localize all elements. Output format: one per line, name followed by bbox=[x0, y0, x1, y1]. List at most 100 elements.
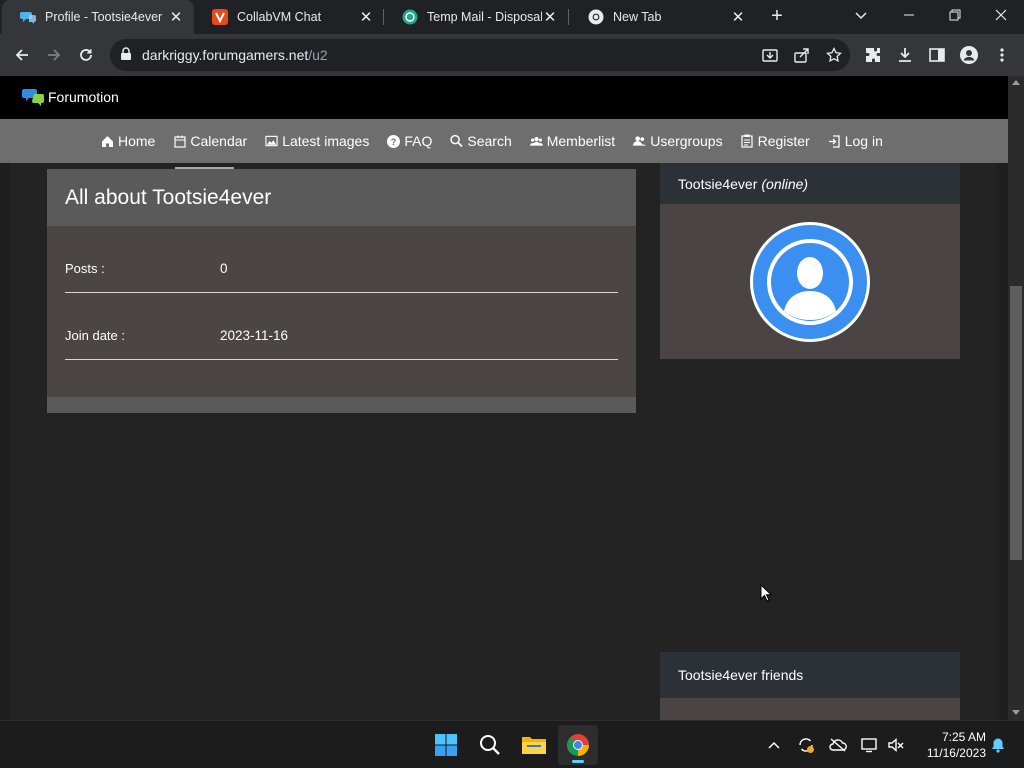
posts-label: Posts : bbox=[65, 261, 105, 276]
avatar[interactable] bbox=[750, 222, 870, 342]
taskbar-clock[interactable]: 7:25 AM 11/16/2023 bbox=[914, 729, 986, 761]
url-path: /u2 bbox=[308, 47, 328, 63]
url-domain: darkriggy.forumgamers.net bbox=[142, 47, 309, 63]
bookmark-star-icon[interactable] bbox=[826, 46, 842, 63]
onedrive-offline-icon[interactable] bbox=[828, 735, 848, 755]
browser-toolbar: darkriggy.forumgamers.net/u2 bbox=[0, 34, 1024, 76]
forum-navbar: Home Calendar Latest images ? FAQ Search… bbox=[0, 119, 1008, 163]
search-icon bbox=[450, 134, 464, 148]
nav-home-label: Home bbox=[118, 133, 156, 149]
nav-calendar[interactable]: Calendar bbox=[173, 133, 247, 149]
address-bar[interactable]: darkriggy.forumgamers.net/u2 bbox=[110, 39, 850, 71]
forumotion-brand: Forumotion bbox=[48, 89, 119, 105]
close-tab-icon[interactable]: ✕ bbox=[542, 8, 558, 26]
nav-home[interactable]: Home bbox=[101, 133, 155, 149]
nav-faq[interactable]: ? FAQ bbox=[387, 133, 432, 149]
close-tab-icon[interactable]: ✕ bbox=[168, 8, 184, 26]
side-panel-icon[interactable] bbox=[928, 46, 946, 64]
tab-collabvm[interactable]: CollabVM Chat ✕ bbox=[194, 0, 384, 34]
close-tab-icon[interactable]: ✕ bbox=[730, 8, 746, 26]
usergroups-icon bbox=[633, 135, 647, 148]
close-window-button[interactable] bbox=[978, 0, 1024, 30]
nav-register[interactable]: Register bbox=[741, 133, 810, 149]
folder-icon bbox=[522, 737, 546, 754]
help-icon: ? bbox=[387, 134, 401, 148]
minimize-button[interactable] bbox=[886, 0, 932, 30]
nav-login-label: Log in bbox=[844, 133, 883, 149]
posts-value: 0 bbox=[220, 261, 228, 276]
nav-calendar-label: Calendar bbox=[190, 133, 248, 149]
forumotion-bar: Forumotion bbox=[0, 76, 1008, 119]
tab-profile[interactable]: Profile - Tootsie4ever ✕ bbox=[2, 0, 194, 34]
file-explorer-button[interactable] bbox=[514, 725, 554, 765]
mouse-cursor-icon bbox=[760, 584, 772, 602]
url-text[interactable]: darkriggy.forumgamers.net/u2 bbox=[142, 47, 328, 63]
join-date-value: 2023-11-16 bbox=[220, 328, 289, 343]
install-app-icon[interactable] bbox=[762, 47, 778, 63]
page-scrollbar[interactable] bbox=[1008, 76, 1024, 720]
calendar-icon bbox=[173, 135, 186, 148]
forumotion-logo[interactable]: Forumotion bbox=[22, 87, 119, 107]
friends-card: Tootsie4ever friends bbox=[660, 652, 960, 720]
tempmail-icon bbox=[402, 9, 418, 25]
tab-title: CollabVM Chat bbox=[237, 10, 322, 24]
svg-text:?: ? bbox=[391, 137, 397, 147]
login-icon bbox=[828, 134, 841, 148]
chrome-taskbar-button[interactable] bbox=[558, 725, 598, 765]
active-app-indicator bbox=[572, 760, 584, 763]
reload-button[interactable] bbox=[74, 43, 98, 67]
home-icon bbox=[101, 135, 114, 148]
profile-row-posts: Posts : 0 bbox=[65, 226, 618, 293]
online-status: (online) bbox=[761, 175, 809, 192]
register-icon bbox=[741, 134, 754, 148]
windows-logo-icon bbox=[435, 734, 457, 756]
start-button[interactable] bbox=[426, 725, 466, 765]
taskbar-search-button[interactable] bbox=[470, 725, 510, 765]
scroll-thumb[interactable] bbox=[1010, 286, 1022, 560]
notification-bell-icon[interactable] bbox=[988, 735, 1008, 755]
profile-heading: All about Tootsie4ever bbox=[65, 185, 272, 209]
browser-tabstrip: Profile - Tootsie4ever ✕ CollabVM Chat ✕… bbox=[0, 0, 1024, 34]
tab-search-icon[interactable] bbox=[854, 8, 868, 27]
share-icon[interactable] bbox=[794, 47, 810, 63]
close-tab-icon[interactable]: ✕ bbox=[358, 8, 374, 26]
tab-title: Temp Mail - Disposable bbox=[427, 10, 542, 24]
nav-search[interactable]: Search bbox=[450, 133, 512, 149]
restore-button[interactable] bbox=[932, 0, 978, 30]
nav-usergroups[interactable]: Usergroups bbox=[633, 133, 723, 149]
windows-taskbar: 7:25 AM 11/16/2023 bbox=[0, 720, 1024, 768]
nav-faq-label: FAQ bbox=[404, 133, 433, 149]
page-viewport: Forumotion Home Calendar Latest images ?… bbox=[0, 76, 1008, 720]
tab-newtab[interactable]: New Tab ✕ bbox=[570, 0, 756, 34]
nav-login[interactable]: Log in bbox=[828, 133, 883, 149]
join-date-label: Join date : bbox=[65, 328, 125, 343]
new-tab-button[interactable]: + bbox=[766, 6, 788, 28]
clock-time: 7:25 AM bbox=[941, 730, 986, 744]
profile-card-footer bbox=[47, 397, 636, 413]
profile-card-body: Posts : 0 Join date : 2023-11-16 bbox=[47, 226, 636, 397]
nav-usergroups-label: Usergroups bbox=[650, 133, 723, 149]
tab-tempmail[interactable]: Temp Mail - Disposable ✕ bbox=[384, 0, 568, 34]
search-icon bbox=[480, 735, 500, 755]
scroll-up-arrow-icon[interactable] bbox=[1012, 80, 1020, 85]
default-avatar-icon bbox=[767, 239, 853, 325]
clock-date: 11/16/2023 bbox=[926, 746, 986, 760]
sync-update-icon[interactable] bbox=[796, 735, 816, 755]
lock-icon[interactable] bbox=[120, 47, 132, 66]
nav-memberlist-label: Memberlist bbox=[546, 133, 616, 149]
volume-muted-icon[interactable] bbox=[886, 735, 906, 755]
back-button[interactable] bbox=[10, 43, 34, 67]
network-icon[interactable] bbox=[860, 735, 880, 755]
downloads-icon[interactable] bbox=[896, 46, 914, 64]
forward-button[interactable] bbox=[42, 43, 66, 67]
nav-latest-images-label: Latest images bbox=[282, 133, 370, 149]
profile-icon[interactable] bbox=[960, 46, 978, 64]
nav-latest-images[interactable]: Latest images bbox=[265, 133, 369, 149]
scroll-down-arrow-icon[interactable] bbox=[1012, 710, 1020, 715]
nav-memberlist[interactable]: Memberlist bbox=[529, 133, 616, 149]
extensions-icon[interactable] bbox=[864, 46, 882, 64]
menu-icon[interactable] bbox=[993, 46, 1011, 64]
tab-title: Profile - Tootsie4ever bbox=[45, 10, 163, 24]
profile-info-card: All about Tootsie4ever Posts : 0 Join da… bbox=[47, 169, 636, 413]
show-hidden-icons-icon[interactable] bbox=[764, 735, 784, 755]
